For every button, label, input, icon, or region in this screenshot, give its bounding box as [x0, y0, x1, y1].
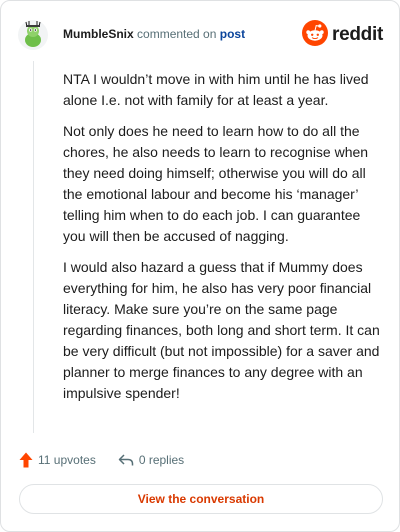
- embedded-comment-card: MumbleSnix commented on post reddit NTA …: [0, 0, 400, 532]
- reddit-logo-icon: [302, 19, 329, 51]
- comment-paragraph: Not only does he need to learn how to do…: [63, 123, 369, 244]
- comment-footer: 11 upvotes 0 replies: [19, 450, 184, 470]
- thread-line: [33, 61, 34, 433]
- view-conversation-button[interactable]: View the conversation: [19, 484, 383, 514]
- replies-button[interactable]: 0 replies: [118, 453, 184, 467]
- post-link[interactable]: post: [220, 27, 245, 41]
- upvote-arrow-icon: [19, 452, 33, 468]
- upvote-button[interactable]: 11 upvotes: [19, 452, 96, 468]
- reply-arrow-icon: [118, 453, 134, 467]
- reddit-wordmark: reddit: [332, 24, 383, 45]
- comment-body: NTA I wouldn’t move in with him until he…: [63, 69, 381, 414]
- comment-header: MumbleSnix commented on post reddit: [17, 15, 383, 55]
- action-text: commented on: [137, 27, 217, 41]
- reddit-brand[interactable]: reddit: [302, 19, 383, 51]
- author-line: MumbleSnix commented on post: [63, 27, 245, 41]
- comment-paragraph: I would also hazard a guess that if Mumm…: [63, 259, 380, 401]
- comment-paragraph: NTA I wouldn’t move in with him until he…: [63, 71, 369, 108]
- author-name[interactable]: MumbleSnix: [63, 27, 134, 41]
- replies-count: 0 replies: [138, 453, 185, 467]
- upvote-count: 11 upvotes: [38, 453, 96, 467]
- avatar[interactable]: [17, 19, 49, 51]
